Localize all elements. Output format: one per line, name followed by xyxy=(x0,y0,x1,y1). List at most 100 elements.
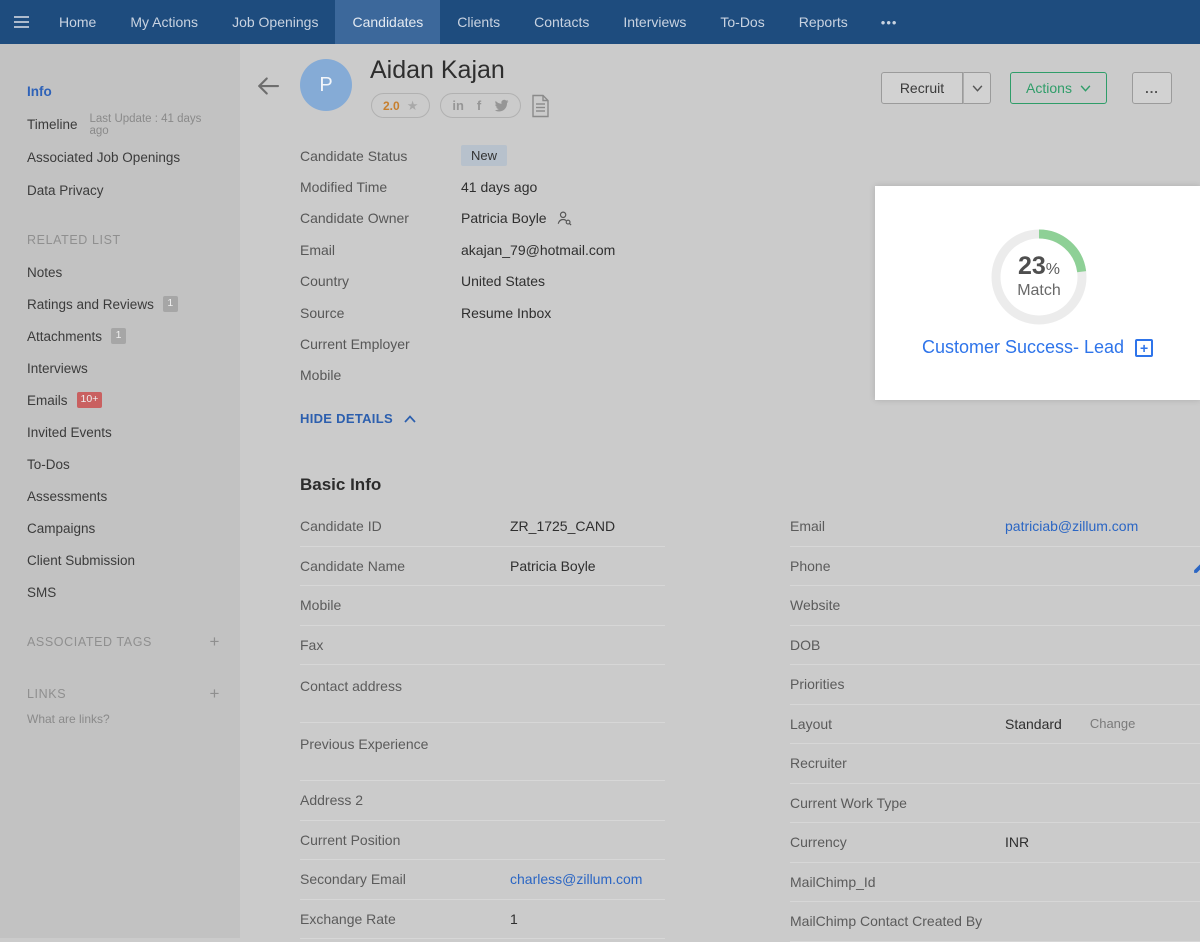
sidebar-item-associated-job-openings[interactable]: Associated Job Openings xyxy=(27,141,222,174)
field-label: Candidate Name xyxy=(300,558,510,574)
field-row-layout: Layout Standard Change xyxy=(790,705,1200,745)
detail-row-country: Country United States xyxy=(300,266,730,297)
nav-item-to-dos[interactable]: To-Dos xyxy=(703,0,781,44)
detail-row-candidate-owner: Candidate Owner Patricia Boyle xyxy=(300,203,730,234)
add-link-icon[interactable]: + xyxy=(207,684,222,704)
sidebar-item-interviews[interactable]: Interviews xyxy=(27,352,222,384)
count-badge: 1 xyxy=(111,328,126,344)
actions-button[interactable]: Actions xyxy=(1010,72,1107,104)
field-row-recruiter: Recruiter xyxy=(790,744,1200,784)
secondary-email-link[interactable]: charless@zillum.com xyxy=(510,871,642,887)
nav-item-interviews[interactable]: Interviews xyxy=(606,0,703,44)
field-label: Priorities xyxy=(790,676,1005,692)
sidebar-item-info[interactable]: Info xyxy=(27,75,222,108)
matched-job-link[interactable]: Customer Success- Lead + xyxy=(875,337,1200,358)
twitter-icon[interactable] xyxy=(494,99,509,112)
field-label: Mobile xyxy=(300,367,461,383)
quick-details: Candidate Status New Modified Time 41 da… xyxy=(300,140,730,391)
rating-pill[interactable]: 2.0 ★ xyxy=(371,93,430,118)
sidebar-item-data-privacy[interactable]: Data Privacy xyxy=(27,174,222,207)
count-badge: 1 xyxy=(163,296,178,312)
field-label: Modified Time xyxy=(300,179,461,195)
recruit-split-button: Recruit xyxy=(881,72,991,104)
field-label: Candidate ID xyxy=(300,518,510,534)
basic-info-title: Basic Info xyxy=(300,475,381,495)
top-navigation: Home My Actions Job Openings Candidates … xyxy=(0,0,1200,44)
facebook-icon[interactable]: f xyxy=(477,98,481,113)
field-row-current-position: Current Position xyxy=(300,821,665,861)
field-label: Email xyxy=(300,242,461,258)
nav-item-contacts[interactable]: Contacts xyxy=(517,0,606,44)
sidebar-item-campaigns[interactable]: Campaigns xyxy=(27,512,222,544)
candidate-name: Aidan Kajan xyxy=(370,56,505,85)
field-row-dob: DOB xyxy=(790,626,1200,666)
social-pill: in f xyxy=(440,93,521,118)
status-badge: New xyxy=(461,145,507,166)
sidebar-item-label: Emails xyxy=(27,393,68,408)
sidebar-item-label: Timeline xyxy=(27,117,78,132)
chevron-down-icon xyxy=(1080,85,1091,92)
field-row-exchange-rate: Exchange Rate 1 xyxy=(300,900,665,940)
detail-row-current-employer: Current Employer xyxy=(300,328,730,359)
field-row-email: Email patriciab@zillum.com xyxy=(790,507,1200,547)
field-value: Patricia Boyle xyxy=(461,210,547,226)
recruit-button[interactable]: Recruit xyxy=(881,72,963,104)
field-row-website: Website xyxy=(790,586,1200,626)
sidebar-item-invited-events[interactable]: Invited Events xyxy=(27,416,222,448)
nav-item-clients[interactable]: Clients xyxy=(440,0,517,44)
sidebar-item-attachments[interactable]: Attachments 1 xyxy=(27,320,222,352)
sidebar-item-client-submission[interactable]: Client Submission xyxy=(27,544,222,576)
email-link[interactable]: patriciab@zillum.com xyxy=(1005,518,1138,534)
field-row-address-2: Address 2 xyxy=(300,781,665,821)
sidebar-item-to-dos[interactable]: To-Dos xyxy=(27,448,222,480)
field-label: MailChimp Contact Created By xyxy=(790,913,1005,929)
edit-pencil-icon[interactable] xyxy=(1192,558,1200,575)
match-score-card: 23% Match Customer Success- Lead + xyxy=(875,186,1200,400)
field-label: Phone xyxy=(790,558,1005,574)
field-label: Current Employer xyxy=(300,336,461,352)
field-row-previous-experience: Previous Experience xyxy=(300,723,665,781)
basic-info-left-column: Candidate ID ZR_1725_CAND Candidate Name… xyxy=(300,507,665,939)
match-label: Match xyxy=(1017,282,1061,300)
field-row-phone: Phone xyxy=(790,547,1200,587)
associated-tags-header: ASSOCIATED TAGS xyxy=(27,635,152,649)
associate-job-plus-icon[interactable]: + xyxy=(1135,339,1153,357)
timeline-last-update: Last Update : 41 days ago xyxy=(90,113,222,137)
nav-more-icon[interactable]: ••• xyxy=(865,0,914,44)
field-label: Email xyxy=(790,518,1005,534)
what-are-links-link[interactable]: What are links? xyxy=(27,712,222,726)
nav-item-job-openings[interactable]: Job Openings xyxy=(215,0,335,44)
sidebar-item-assessments[interactable]: Assessments xyxy=(27,480,222,512)
field-row-currency: Currency INR xyxy=(790,823,1200,863)
field-value: akajan_79@hotmail.com xyxy=(461,242,615,258)
recruit-dropdown-icon[interactable] xyxy=(963,72,991,104)
sidebar-item-ratings-and-reviews[interactable]: Ratings and Reviews 1 xyxy=(27,288,222,320)
associated-tags-section: ASSOCIATED TAGS + xyxy=(27,626,222,658)
linkedin-icon[interactable]: in xyxy=(452,98,464,113)
more-options-button[interactable]: ... xyxy=(1132,72,1172,104)
match-percent: 23 xyxy=(1018,252,1046,280)
percent-symbol: % xyxy=(1046,261,1060,278)
field-value: Resume Inbox xyxy=(461,305,551,321)
change-layout-link[interactable]: Change xyxy=(1090,716,1136,731)
add-tag-icon[interactable]: + xyxy=(207,632,222,652)
nav-item-reports[interactable]: Reports xyxy=(782,0,865,44)
nav-item-candidates[interactable]: Candidates xyxy=(335,0,440,44)
hide-details-link[interactable]: HIDE DETAILS xyxy=(300,411,416,426)
change-owner-icon[interactable] xyxy=(556,210,572,226)
nav-item-home[interactable]: Home xyxy=(42,0,113,44)
resume-icon[interactable] xyxy=(531,94,550,118)
sidebar-item-emails[interactable]: Emails 10+ xyxy=(27,384,222,416)
back-arrow-icon[interactable] xyxy=(253,71,283,101)
field-label: Current Work Type xyxy=(790,795,1005,811)
field-label: Contact address xyxy=(300,678,510,694)
nav-item-my-actions[interactable]: My Actions xyxy=(113,0,215,44)
field-row-mailchimp-contact-created-by: MailChimp Contact Created By xyxy=(790,902,1200,942)
sidebar-item-sms[interactable]: SMS xyxy=(27,576,222,608)
sidebar-item-timeline[interactable]: Timeline Last Update : 41 days ago xyxy=(27,108,222,141)
job-name: Customer Success- Lead xyxy=(922,337,1124,358)
sidebar-item-notes[interactable]: Notes xyxy=(27,256,222,288)
hamburger-menu-icon[interactable] xyxy=(0,0,42,44)
related-list-header: RELATED LIST xyxy=(27,224,222,256)
star-icon: ★ xyxy=(407,99,419,112)
